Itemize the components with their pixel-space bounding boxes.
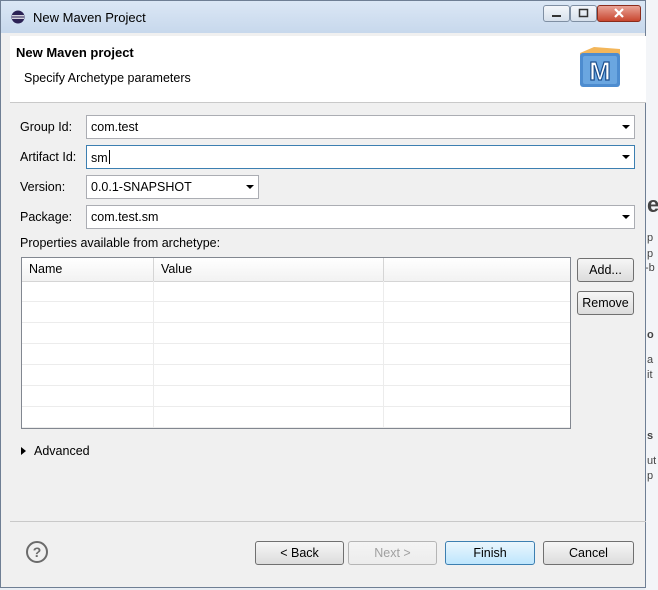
artifact-id-combo[interactable]: sm: [86, 145, 635, 169]
chevron-down-icon[interactable]: [622, 215, 630, 219]
package-value: com.test.sm: [91, 210, 159, 224]
close-icon: [614, 8, 624, 18]
group-id-label: Group Id:: [20, 120, 73, 134]
finish-button[interactable]: Finish: [445, 541, 535, 565]
table-row[interactable]: [22, 386, 570, 407]
wizard-subtitle: Specify Archetype parameters: [24, 71, 191, 85]
column-header-name[interactable]: Name: [22, 258, 154, 281]
next-button[interactable]: Next >: [348, 541, 437, 565]
bg-fragment: a: [647, 354, 654, 366]
maven-logo-icon: M: [580, 47, 620, 87]
properties-table[interactable]: Name Value: [21, 257, 571, 429]
package-combo[interactable]: com.test.sm: [86, 205, 635, 229]
table-row[interactable]: [22, 365, 570, 386]
version-value: 0.0.1-SNAPSHOT: [91, 180, 192, 194]
version-label: Version:: [20, 180, 66, 194]
table-row[interactable]: [22, 323, 570, 344]
table-header: Name Value: [22, 258, 570, 282]
eclipse-icon: [11, 10, 25, 24]
bg-fragment: p: [647, 248, 654, 260]
cancel-button[interactable]: Cancel: [543, 541, 634, 565]
artifact-id-label: Artifact Id:: [20, 150, 77, 164]
table-row[interactable]: [22, 344, 570, 365]
bg-fragment: -b: [645, 262, 655, 274]
bg-fragment: s: [647, 430, 654, 442]
add-property-button[interactable]: Add...: [577, 258, 634, 282]
text-caret: [108, 150, 110, 164]
table-row[interactable]: [22, 407, 570, 428]
chevron-down-icon[interactable]: [246, 185, 254, 189]
bg-fragment: p: [647, 232, 654, 244]
group-id-value: com.test: [91, 120, 139, 134]
properties-label: Properties available from archetype:: [20, 236, 221, 250]
group-id-combo[interactable]: com.test: [86, 115, 635, 139]
chevron-down-icon[interactable]: [622, 155, 630, 159]
version-combo[interactable]: 0.0.1-SNAPSHOT: [86, 175, 259, 199]
chevron-down-icon[interactable]: [622, 125, 630, 129]
minimize-button[interactable]: [543, 5, 570, 22]
title-bar[interactable]: New Maven Project: [1, 1, 645, 33]
advanced-label: Advanced: [34, 444, 90, 458]
table-row[interactable]: [22, 281, 570, 302]
help-icon[interactable]: ?: [26, 541, 48, 563]
table-row[interactable]: [22, 302, 570, 323]
maximize-button[interactable]: [570, 5, 597, 22]
maven-logo-letter: M: [589, 56, 611, 86]
column-header-value[interactable]: Value: [154, 258, 384, 281]
column-header-empty[interactable]: [384, 258, 570, 281]
maximize-icon: [578, 8, 589, 18]
button-bar-separator: [10, 521, 646, 522]
package-label: Package:: [20, 210, 73, 224]
wizard-header: New Maven project Specify Archetype para…: [10, 36, 646, 103]
minimize-icon: [552, 15, 561, 17]
back-button[interactable]: < Back: [255, 541, 344, 565]
bg-fragment: ut: [647, 455, 657, 467]
wizard-title: New Maven project: [16, 45, 134, 60]
bg-fragment: it: [647, 369, 653, 381]
remove-property-button[interactable]: Remove: [577, 291, 634, 315]
dialog-window: New Maven Project New Maven project Spec…: [0, 0, 646, 588]
bg-fragment: o: [647, 329, 654, 341]
bg-fragment: p: [647, 470, 654, 482]
background-window-strip: e p p -b o a it s ut p: [645, 0, 658, 590]
close-button[interactable]: [597, 5, 641, 22]
artifact-id-value: sm: [91, 151, 108, 165]
expand-triangle-icon[interactable]: [21, 447, 26, 455]
bg-fragment: e: [647, 192, 658, 217]
window-title: New Maven Project: [33, 10, 146, 25]
advanced-section-toggle[interactable]: Advanced: [21, 444, 90, 458]
